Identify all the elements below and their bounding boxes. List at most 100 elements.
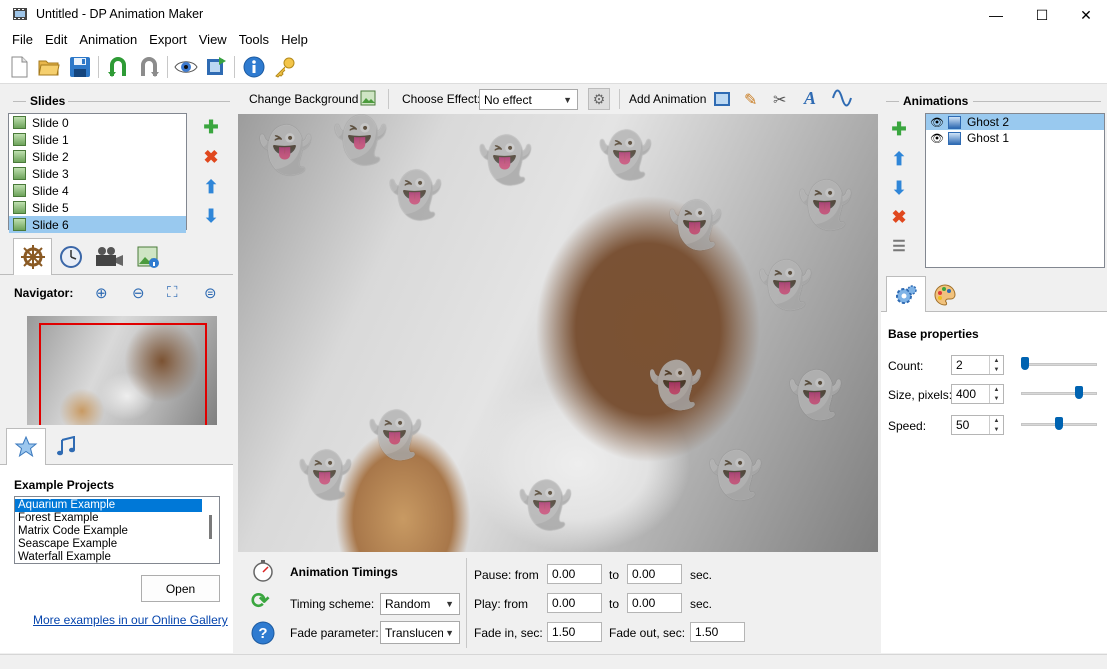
svg-text:?: ?: [258, 625, 267, 642]
speed-slider-thumb[interactable]: [1055, 417, 1063, 430]
menu-edit[interactable]: Edit: [39, 30, 73, 50]
count-spinner[interactable]: 2 ▲ ▼: [951, 355, 1004, 375]
examples-scrollbar[interactable]: [209, 515, 212, 539]
visibility-eye-icon[interactable]: 👁: [930, 116, 944, 129]
move-down-icon[interactable]: ⬇: [200, 205, 222, 227]
tab-appearance[interactable]: [926, 278, 964, 311]
preview-eye-icon[interactable]: [174, 55, 198, 79]
tab-navigator[interactable]: [13, 238, 52, 275]
add-animation-label: Add Animation: [629, 92, 707, 106]
menu-file[interactable]: File: [6, 30, 39, 50]
move-animation-up-icon[interactable]: ⬆: [888, 148, 910, 170]
maximize-button[interactable]: ☐: [1019, 0, 1065, 30]
open-example-button[interactable]: Open: [141, 575, 220, 602]
zoom-out-icon[interactable]: ⊖: [132, 284, 148, 302]
add-image-animation-icon[interactable]: [713, 90, 731, 108]
slide-item-selected[interactable]: Slide 6: [9, 216, 186, 233]
export-film-icon[interactable]: [204, 55, 228, 79]
play-from-input[interactable]: 0.00: [547, 593, 602, 613]
spinner-arrows-icon[interactable]: ▲ ▼: [989, 356, 1003, 374]
key-icon[interactable]: [273, 55, 297, 79]
menu-export[interactable]: Export: [143, 30, 193, 50]
pause-to-input[interactable]: 0.00: [627, 564, 682, 584]
menu-view[interactable]: View: [193, 30, 233, 50]
chevron-down-icon: ▼: [445, 599, 454, 609]
move-up-icon[interactable]: ⬆: [200, 176, 222, 198]
slide-item[interactable]: Slide 0: [9, 114, 186, 131]
example-item[interactable]: Waterfall Example: [15, 551, 219, 564]
slide-item[interactable]: Slide 5: [9, 199, 186, 216]
example-item[interactable]: Matrix Code Example: [15, 525, 219, 538]
change-background-label[interactable]: Change Background: [249, 92, 358, 106]
pause-from-input[interactable]: 0.00: [547, 564, 602, 584]
movie-camera-icon: [96, 247, 123, 266]
star-icon: [14, 435, 38, 458]
count-slider-thumb[interactable]: [1021, 357, 1029, 370]
app-film-icon: [12, 6, 28, 22]
zoom-actual-icon[interactable]: ⊜: [204, 284, 220, 302]
timing-scheme-select[interactable]: Random ▼: [380, 593, 460, 615]
tab-music[interactable]: [47, 430, 85, 464]
slide-item[interactable]: Slide 4: [9, 182, 186, 199]
effect-settings-gear-icon[interactable]: ⚙: [588, 88, 610, 110]
open-folder-icon[interactable]: [37, 55, 61, 79]
speed-spinner[interactable]: 50 ▲ ▼: [951, 415, 1004, 435]
animation-canvas[interactable]: 👻 👻 👻 👻 👻 👻 👻 👻 👻 👻 👻 👻 👻 👻: [238, 114, 878, 552]
spinner-arrows-icon[interactable]: ▲ ▼: [989, 416, 1003, 434]
slide-thumbnail-icon: [13, 133, 26, 146]
example-item[interactable]: Aquarium Example: [15, 499, 202, 512]
tab-base-properties[interactable]: [886, 276, 926, 312]
add-text-animation-icon[interactable]: A: [804, 88, 822, 108]
add-slide-icon[interactable]: ✚: [200, 116, 222, 138]
animation-item-selected[interactable]: 👁 Ghost 2: [926, 114, 1104, 130]
size-slider-thumb[interactable]: [1075, 386, 1084, 399]
add-particles-animation-icon[interactable]: ✂: [773, 90, 791, 109]
animation-item[interactable]: 👁 Ghost 1: [926, 130, 1104, 146]
fade-parameter-select[interactable]: Translucenc▼: [380, 621, 460, 644]
menu-tools[interactable]: Tools: [233, 30, 275, 50]
slide-thumbnail-icon: [13, 201, 26, 214]
size-slider[interactable]: [1021, 392, 1097, 395]
tab-image[interactable]: [129, 240, 167, 274]
slide-item[interactable]: Slide 1: [9, 131, 186, 148]
add-brush-animation-icon[interactable]: ✎: [744, 90, 762, 109]
slide-item[interactable]: Slide 2: [9, 148, 186, 165]
online-gallery-link[interactable]: More examples in our Online Gallery: [33, 613, 228, 627]
delete-slide-icon[interactable]: ✖: [200, 146, 222, 168]
example-item[interactable]: Forest Example: [15, 512, 219, 525]
tab-camera[interactable]: [90, 240, 128, 274]
fade-in-input[interactable]: 1.50: [547, 622, 602, 642]
spinner-arrows-icon[interactable]: ▲ ▼: [989, 385, 1003, 403]
move-animation-down-icon[interactable]: ⬇: [888, 177, 910, 199]
tab-clock[interactable]: [52, 240, 90, 274]
ghost-sprite-icon: 👻: [333, 116, 388, 165]
visibility-eye-icon[interactable]: 👁: [930, 132, 944, 145]
fit-to-window-icon[interactable]: ⛶: [167, 284, 183, 301]
navigator-viewport-frame[interactable]: [39, 323, 207, 425]
navigator-thumbnail[interactable]: [27, 316, 217, 425]
redo-icon[interactable]: [137, 55, 161, 79]
count-slider[interactable]: [1021, 363, 1097, 366]
zoom-in-icon[interactable]: ⊕: [95, 284, 111, 302]
slide-item[interactable]: Slide 3: [9, 165, 186, 182]
size-spinner[interactable]: 400 ▲ ▼: [951, 384, 1004, 404]
save-icon[interactable]: [68, 55, 92, 79]
add-wave-animation-icon[interactable]: [832, 88, 852, 108]
delete-animation-icon[interactable]: ✖: [888, 206, 910, 228]
info-icon[interactable]: [242, 55, 266, 79]
example-item[interactable]: Seascape Example: [15, 538, 219, 551]
play-to-input[interactable]: 0.00: [627, 593, 682, 613]
change-background-icon[interactable]: [360, 90, 376, 106]
help-question-icon[interactable]: ?: [251, 621, 275, 645]
tab-examples[interactable]: [6, 428, 46, 465]
close-button[interactable]: ✕: [1063, 0, 1107, 30]
add-animation-icon[interactable]: ✚: [888, 118, 910, 140]
fade-out-input[interactable]: 1.50: [690, 622, 745, 642]
new-file-icon[interactable]: [7, 55, 31, 79]
minimize-button[interactable]: —: [973, 0, 1019, 30]
effect-select[interactable]: No effect ▼: [479, 89, 578, 110]
menu-animation[interactable]: Animation: [73, 30, 143, 50]
animation-properties-list-icon[interactable]: ☰: [888, 235, 910, 257]
undo-icon[interactable]: [106, 55, 130, 79]
menu-help[interactable]: Help: [275, 30, 314, 50]
